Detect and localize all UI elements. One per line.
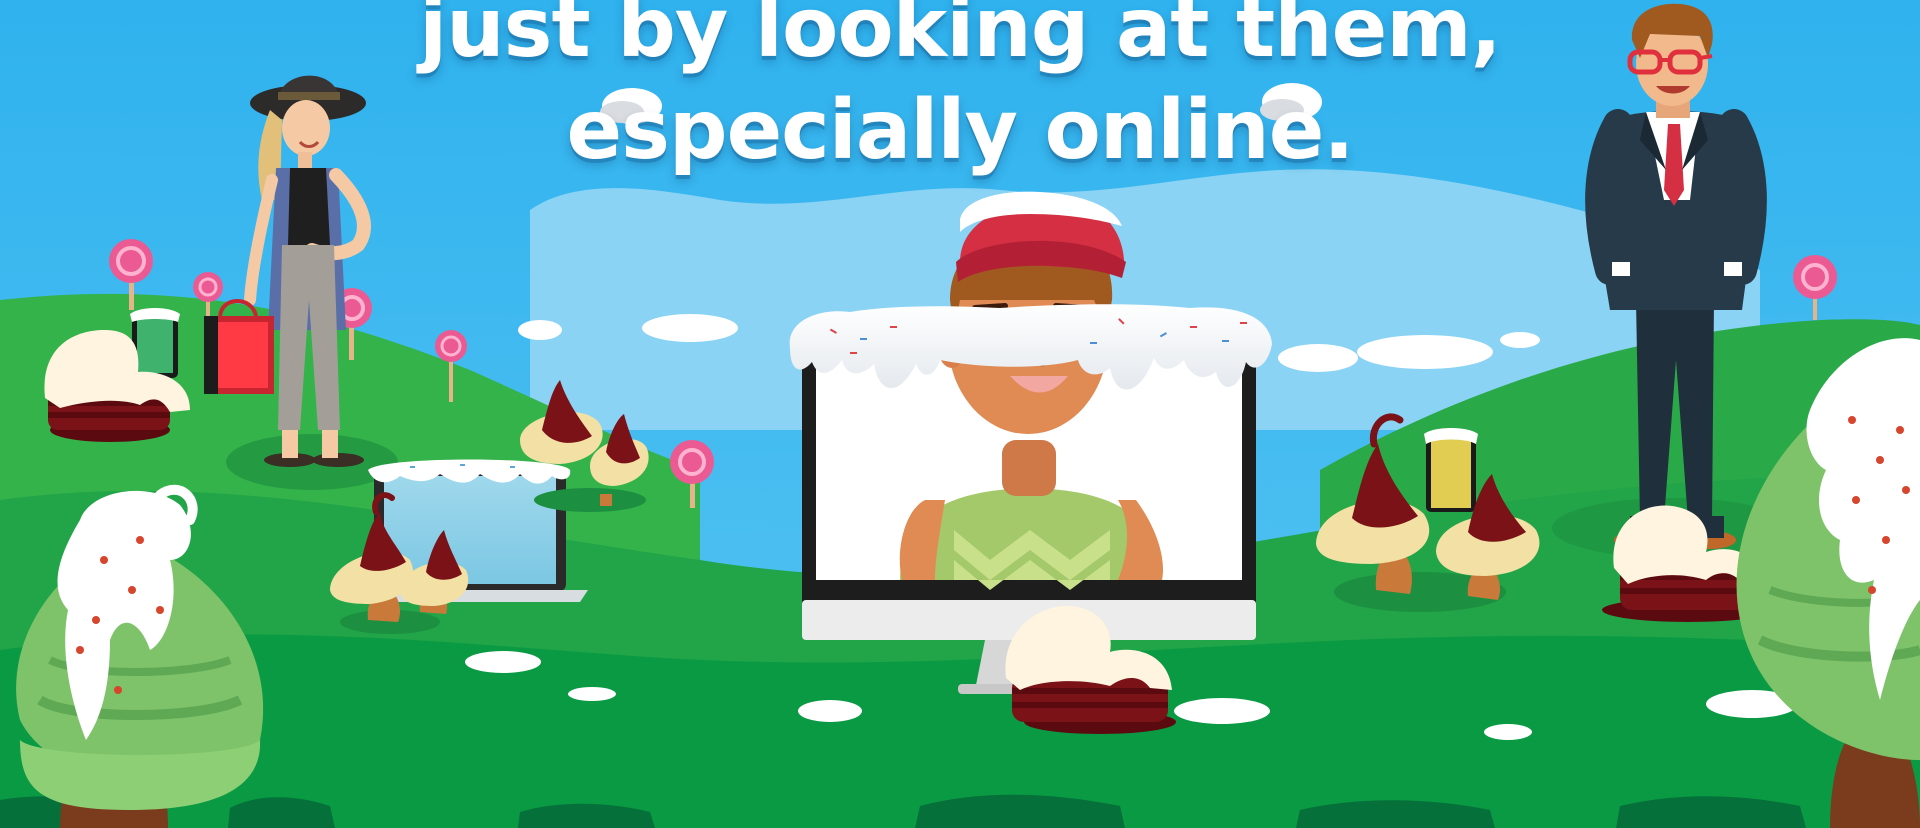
illustration-scene: just by looking at them, especially onli… — [0, 0, 1920, 828]
candy-landscape — [0, 0, 1920, 828]
phone-icon-right — [1424, 428, 1478, 512]
